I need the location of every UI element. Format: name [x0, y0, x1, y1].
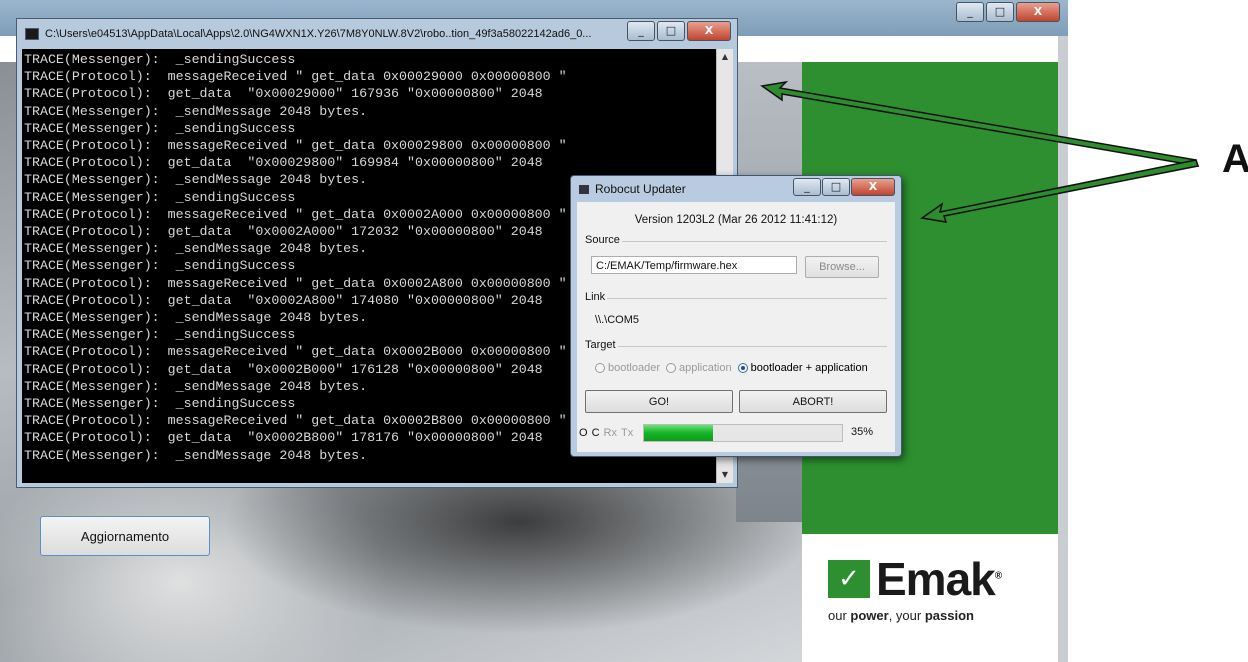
target-radio-group: bootloader application bootloader + appl… [595, 362, 868, 374]
radio-application[interactable]: application [666, 362, 732, 374]
updater-window-controls: _ □ X [793, 178, 895, 196]
indicator-rx: Rx [603, 427, 617, 439]
indicator-o: O [579, 427, 588, 439]
emak-logo: ✓ Emak® our power, your passion [828, 553, 1028, 628]
updater-close-button[interactable]: X [851, 178, 895, 196]
console-maximize-button[interactable]: □ [657, 21, 685, 41]
scroll-up-arrow-icon[interactable]: ▲ [717, 49, 733, 65]
main-app-window-controls: _ □ X [956, 2, 1060, 22]
robocut-updater-dialog: Robocut Updater _ □ X Version 1203L2 (Ma… [570, 175, 902, 457]
radio-application-dot-icon [666, 363, 676, 373]
target-group-label: Target [585, 339, 618, 351]
updater-body: Version 1203L2 (Mar 26 2012 11:41:12) So… [577, 202, 895, 452]
emak-logo-mark-icon: ✓ [828, 560, 870, 598]
main-minimize-button[interactable]: _ [956, 2, 984, 22]
link-port-value: \\.\COM5 [595, 314, 640, 326]
emak-logo-text: Emak® [876, 553, 1002, 605]
console-minimize-button[interactable]: _ [627, 21, 655, 41]
main-maximize-button[interactable]: □ [986, 2, 1014, 22]
updater-title: Robocut Updater [595, 182, 686, 196]
updater-titlebar: Robocut Updater _ □ X [571, 176, 901, 202]
console-title: C:\Users\e04513\AppData\Local\Apps\2.0\N… [45, 28, 592, 40]
radio-application-label: application [679, 362, 732, 374]
radio-bootloader-dot-icon [595, 363, 605, 373]
console-window-controls: _ □ X [627, 21, 731, 41]
target-group-line [585, 346, 887, 347]
progress-bar-fill [644, 425, 714, 441]
progress-percent: 35% [851, 426, 874, 438]
abort-button[interactable]: ABORT! [739, 390, 887, 413]
link-group-label: Link [585, 291, 608, 303]
link-group-line [585, 298, 887, 299]
version-label: Version 1203L2 (Mar 26 2012 11:41:12) [634, 214, 838, 226]
main-close-button[interactable]: X [1016, 2, 1060, 22]
radio-bootloader-label: bootloader [608, 362, 660, 374]
updater-app-icon [579, 184, 589, 194]
updater-minimize-button[interactable]: _ [793, 178, 821, 196]
progress-bar [643, 424, 843, 442]
emak-tagline: our power, your passion [828, 608, 974, 623]
indicator-c: C [591, 427, 600, 439]
console-close-button[interactable]: X [687, 21, 731, 41]
scroll-down-arrow-icon[interactable]: ▼ [717, 467, 733, 483]
console-titlebar: C:\Users\e04513\AppData\Local\Apps\2.0\N… [17, 19, 737, 49]
status-indicators: O C Rx Tx [579, 427, 633, 439]
console-app-icon [25, 28, 39, 40]
source-group-label: Source [585, 234, 622, 246]
source-group-line [585, 241, 887, 242]
go-button[interactable]: GO! [585, 390, 733, 413]
source-file-input[interactable]: C:/EMAK/Temp/firmware.hex [591, 256, 797, 274]
indicator-tx: Tx [620, 427, 634, 439]
radio-bootloader-application[interactable]: bootloader + application [737, 362, 868, 374]
radio-bootloader-application-label: bootloader + application [750, 362, 868, 374]
radio-bootloader-application-dot-icon [737, 363, 748, 373]
browse-button[interactable]: Browse... [805, 256, 879, 278]
aggiornamento-button[interactable]: Aggiornamento [40, 516, 210, 556]
radio-bootloader[interactable]: bootloader [595, 362, 660, 374]
updater-maximize-button[interactable]: □ [822, 178, 850, 196]
annotation-label-a: A [1222, 137, 1248, 181]
